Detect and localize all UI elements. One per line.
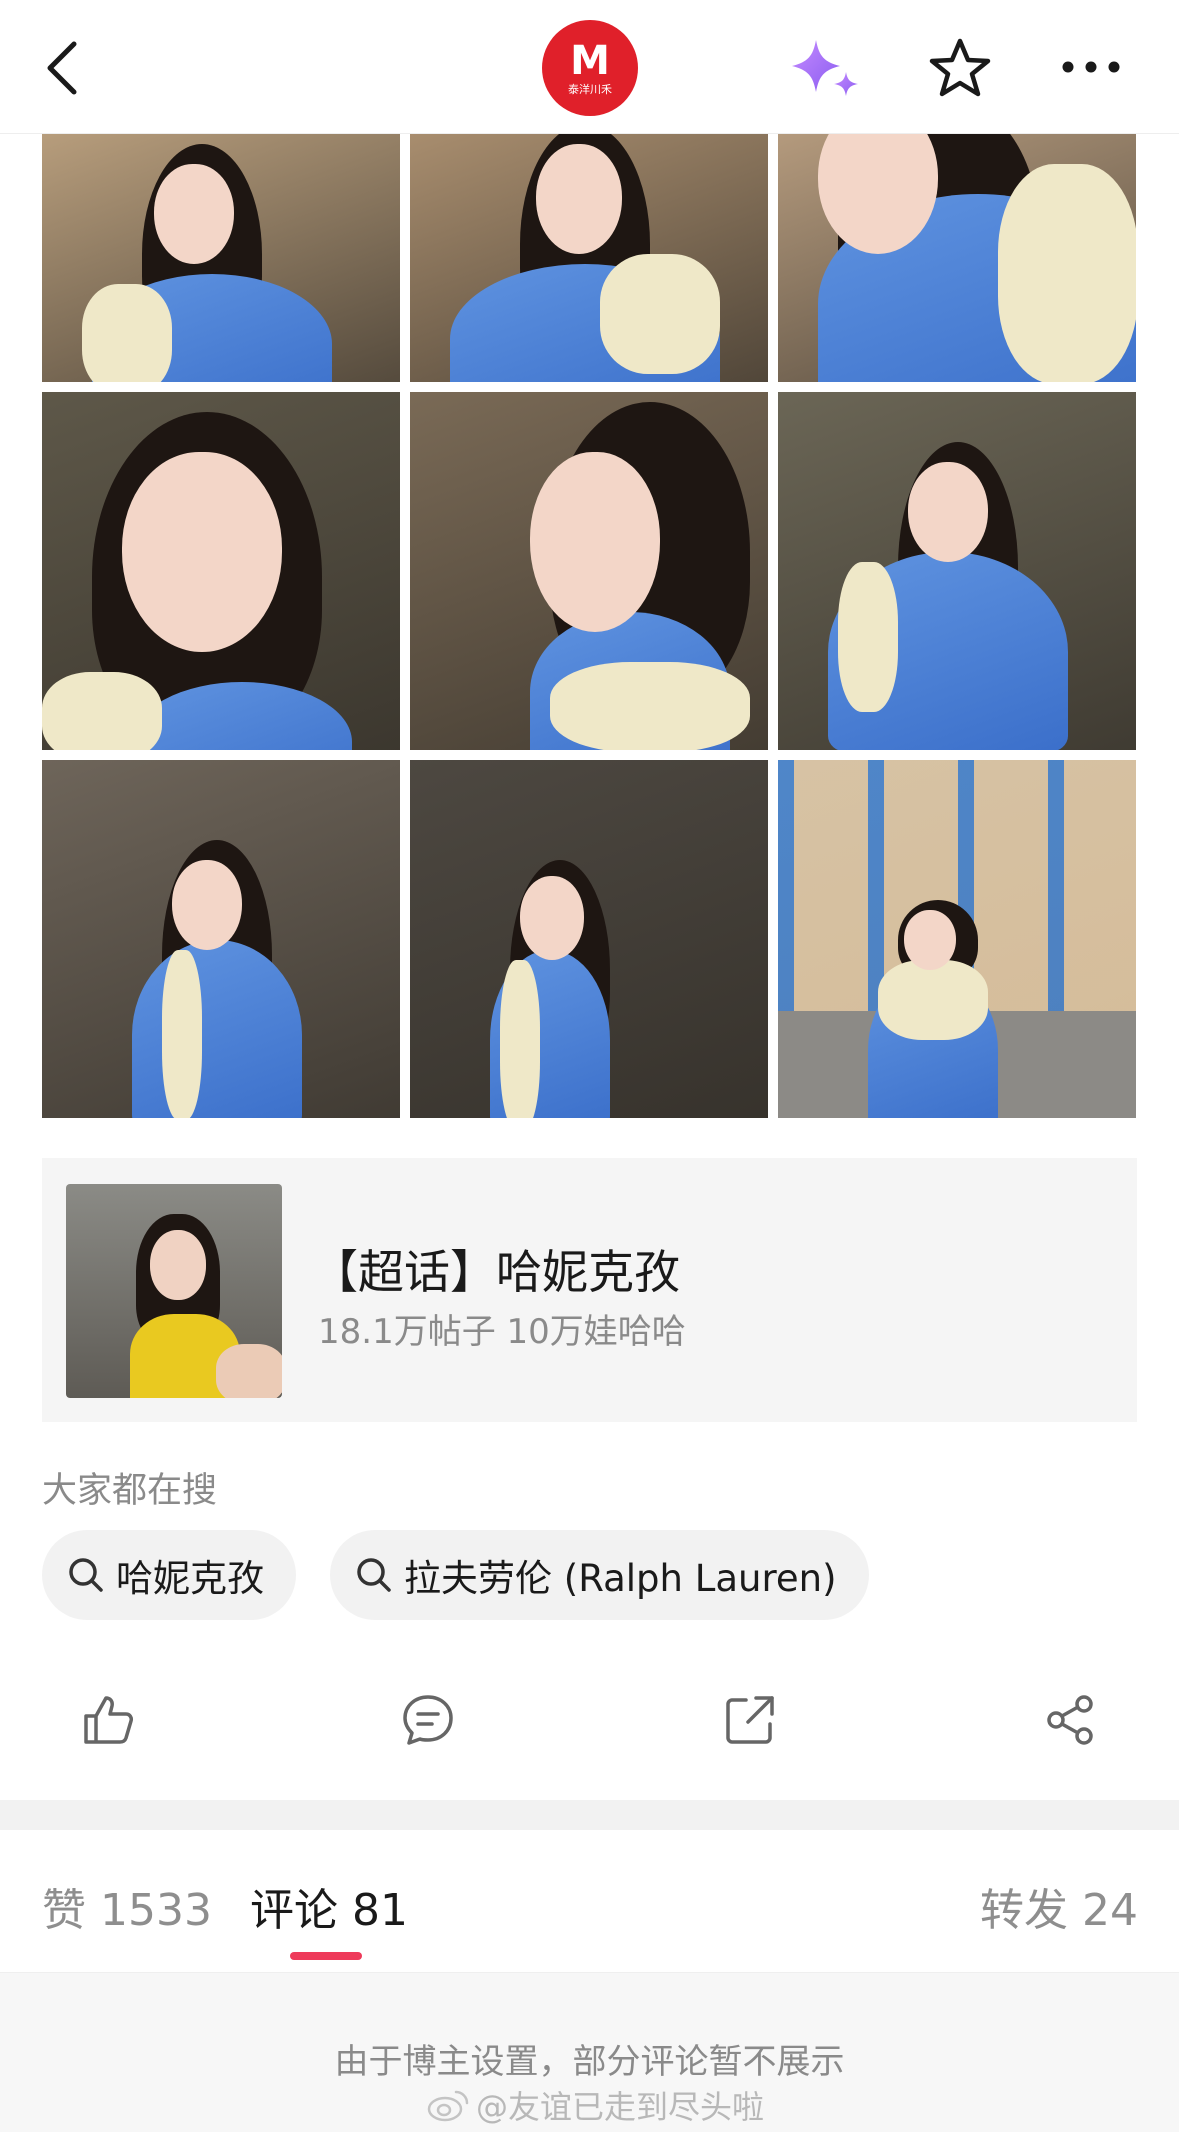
chevron-left-icon [47, 41, 77, 95]
repost-button[interactable] [722, 1692, 778, 1748]
thumbs-up-icon [84, 1696, 133, 1744]
logo-letter: M [570, 37, 610, 84]
repost-icon [726, 1696, 774, 1744]
watermark-text: @友谊已走到尽头啦 [476, 2088, 765, 2126]
tab-comments[interactable]: 评论 81 [250, 1874, 408, 1938]
search-icon [69, 1558, 103, 1592]
share-icon [1047, 1695, 1093, 1745]
topic-title: 【超话】哈妮克孜 [312, 1245, 680, 1299]
tab-likes[interactable]: 赞 1533 [42, 1874, 212, 1938]
tab-reposts[interactable]: 转发 24 [980, 1874, 1138, 1938]
section-divider [0, 1800, 1179, 1830]
more-button[interactable] [1060, 56, 1122, 78]
photo-thumbnail[interactable] [42, 760, 400, 1118]
back-button[interactable] [38, 36, 90, 100]
photo-thumbnail[interactable] [42, 392, 400, 750]
search-chip-1[interactable]: 哈妮克孜 [42, 1530, 296, 1620]
search-icon [357, 1558, 391, 1592]
search-chip-label: 拉夫劳伦 (Ralph Lauren) [404, 1557, 837, 1600]
top-nav-bar: M 泰洋川禾 [0, 0, 1179, 134]
like-button[interactable] [80, 1692, 136, 1748]
photo-thumbnail[interactable] [410, 392, 768, 750]
ai-sparkle-button[interactable] [788, 36, 862, 102]
comment-button[interactable] [400, 1692, 456, 1748]
account-logo[interactable]: M 泰洋川禾 [542, 20, 638, 116]
logo-text: 泰洋川禾 [568, 82, 612, 96]
trending-search-label: 大家都在搜 [42, 1471, 218, 1511]
photo-thumbnail[interactable] [42, 134, 400, 382]
photo-thumbnail[interactable] [778, 392, 1136, 750]
favorite-button[interactable] [928, 36, 992, 100]
star-icon [929, 38, 991, 97]
sparkle-icon [792, 40, 858, 96]
active-tab-indicator [290, 1952, 362, 1960]
weibo-logo-icon [427, 2090, 469, 2122]
super-topic-card[interactable]: 【超话】哈妮克孜 18.1万帖子 10万娃哈哈 [42, 1158, 1137, 1422]
search-chip-2[interactable]: 拉夫劳伦 (Ralph Lauren) [330, 1530, 869, 1620]
topic-stats: 18.1万帖子 10万娃哈哈 [318, 1312, 686, 1352]
watermark: @友谊已走到尽头啦 [426, 2082, 764, 2128]
more-horizontal-icon [1062, 61, 1120, 73]
topic-thumbnail [66, 1184, 282, 1398]
photo-thumbnail[interactable] [778, 760, 1136, 1118]
share-button[interactable] [1042, 1692, 1098, 1748]
comments-hidden-notice: 由于博主设置，部分评论暂不展示 [334, 2042, 845, 2082]
search-chip-label: 哈妮克孜 [116, 1557, 264, 1600]
photo-thumbnail[interactable] [410, 134, 768, 382]
photo-thumbnail[interactable] [410, 760, 768, 1118]
comment-icon [403, 1695, 453, 1745]
photo-thumbnail[interactable] [778, 134, 1136, 382]
